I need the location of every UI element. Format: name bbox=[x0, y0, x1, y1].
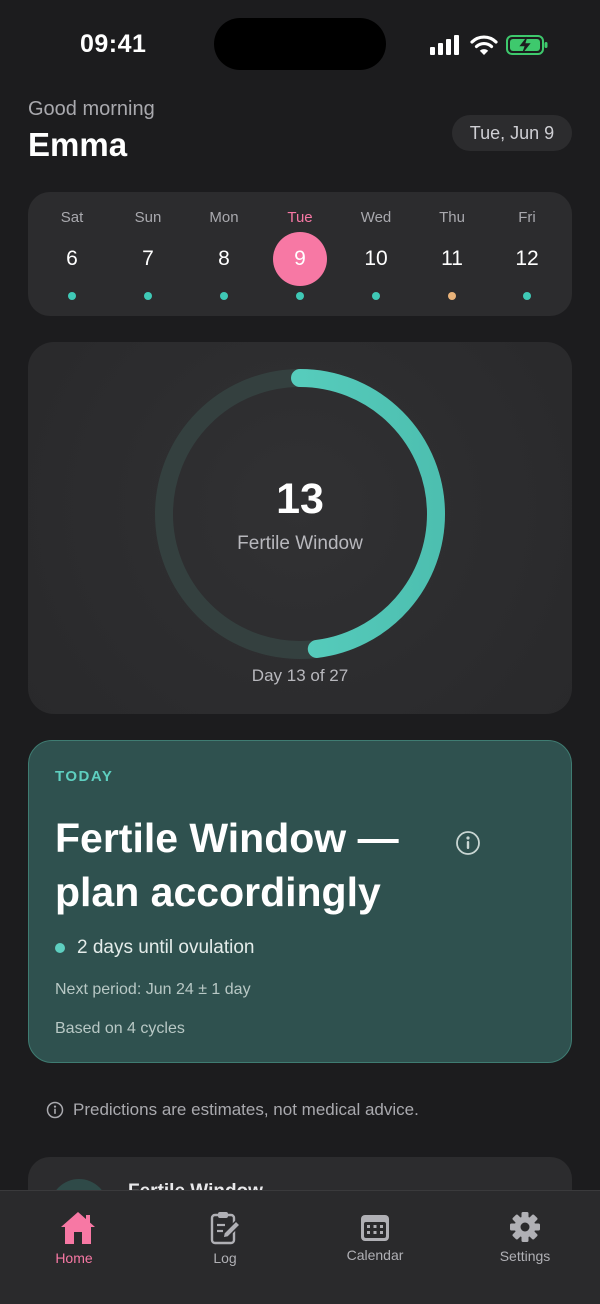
status-icons bbox=[430, 30, 548, 60]
tab-settings[interactable]: Settings bbox=[470, 1191, 580, 1281]
day-sun[interactable]: Sun 7 bbox=[118, 192, 178, 316]
battery-charging-icon bbox=[506, 35, 548, 55]
signal-icon bbox=[430, 35, 459, 55]
next-period-text: Next period: Jun 24 ± 1 day bbox=[55, 981, 251, 998]
day-fri[interactable]: Fri 12 bbox=[497, 192, 557, 316]
day-sat[interactable]: Sat 6 bbox=[42, 192, 102, 316]
ovulation-dot bbox=[55, 943, 65, 953]
clipboard-edit-icon bbox=[210, 1212, 242, 1245]
day-status-dot bbox=[523, 292, 531, 300]
day-name: Tue bbox=[287, 209, 313, 226]
cycle-day-number: 13 bbox=[276, 475, 324, 523]
dynamic-island bbox=[214, 18, 386, 70]
status-time: 09:41 bbox=[80, 30, 147, 58]
day-status-dot bbox=[68, 292, 76, 300]
day-status-dot bbox=[296, 292, 304, 300]
today-title: Fertile Window — plan accordingly bbox=[55, 815, 399, 915]
cycle-progress-ring bbox=[155, 369, 445, 659]
day-status-dot bbox=[144, 292, 152, 300]
today-card[interactable]: TODAY Fertile Window — plan accordingly … bbox=[28, 740, 572, 1063]
week-strip: Sat 6 Sun 7 Mon 8 Tue 9 Wed 10 Thu 11 Fr… bbox=[28, 192, 572, 316]
tab-calendar[interactable]: Calendar bbox=[320, 1191, 430, 1281]
day-name: Fri bbox=[518, 209, 536, 226]
tab-label: Settings bbox=[499, 1248, 551, 1264]
day-number: 6 bbox=[66, 247, 78, 270]
day-name: Wed bbox=[360, 209, 392, 226]
home-icon bbox=[61, 1212, 95, 1244]
disclaimer: Predictions are estimates, not medical a… bbox=[46, 1100, 419, 1120]
day-number: 11 bbox=[441, 247, 463, 270]
day-number: 7 bbox=[142, 247, 154, 270]
day-thu[interactable]: Thu 11 bbox=[422, 192, 482, 316]
tab-label: Log bbox=[213, 1250, 237, 1266]
disclaimer-text: Predictions are estimates, not medical a… bbox=[73, 1100, 419, 1119]
tab-bar: Home Log Calendar Settings bbox=[0, 1190, 600, 1304]
cycle-ring-card[interactable]: 13 Fertile Window Day 13 of 27 bbox=[28, 342, 572, 714]
day-name: Thu bbox=[439, 209, 465, 226]
tab-log[interactable]: Log bbox=[170, 1191, 280, 1281]
day-name: Mon bbox=[209, 209, 239, 226]
user-name: Emma bbox=[28, 126, 128, 163]
day-number: 12 bbox=[515, 247, 539, 270]
day-number: 10 bbox=[364, 247, 388, 270]
info-icon[interactable] bbox=[455, 830, 481, 856]
based-on-text: Based on 4 cycles bbox=[55, 1020, 185, 1037]
day-number: 8 bbox=[218, 247, 230, 270]
day-status-dot bbox=[372, 292, 380, 300]
tab-label: Home bbox=[55, 1250, 93, 1266]
day-status-dot bbox=[220, 292, 228, 300]
day-name: Sun bbox=[134, 209, 162, 226]
day-wed[interactable]: Wed 10 bbox=[346, 192, 406, 316]
ovulation-countdown: 2 days until ovulation bbox=[55, 937, 254, 959]
tab-label: Calendar bbox=[346, 1247, 404, 1263]
ovulation-text: 2 days until ovulation bbox=[77, 937, 255, 958]
greeting-text: Good morning bbox=[28, 98, 155, 120]
gear-icon bbox=[510, 1212, 540, 1242]
day-tue-selected[interactable]: Tue 9 bbox=[270, 192, 330, 316]
cycle-day-caption: Day 13 of 27 bbox=[251, 666, 349, 685]
tab-home[interactable]: Home bbox=[19, 1191, 129, 1281]
cycle-phase-label: Fertile Window bbox=[237, 533, 363, 554]
info-icon bbox=[46, 1101, 64, 1119]
day-number: 9 bbox=[273, 232, 327, 286]
day-mon[interactable]: Mon 8 bbox=[194, 192, 254, 316]
calendar-icon bbox=[361, 1215, 389, 1241]
date-chip[interactable]: Tue, Jun 9 bbox=[452, 115, 572, 151]
day-name: Sat bbox=[60, 209, 84, 226]
day-status-dot bbox=[448, 292, 456, 300]
today-tag: TODAY bbox=[55, 768, 114, 785]
wifi-icon bbox=[470, 35, 498, 55]
